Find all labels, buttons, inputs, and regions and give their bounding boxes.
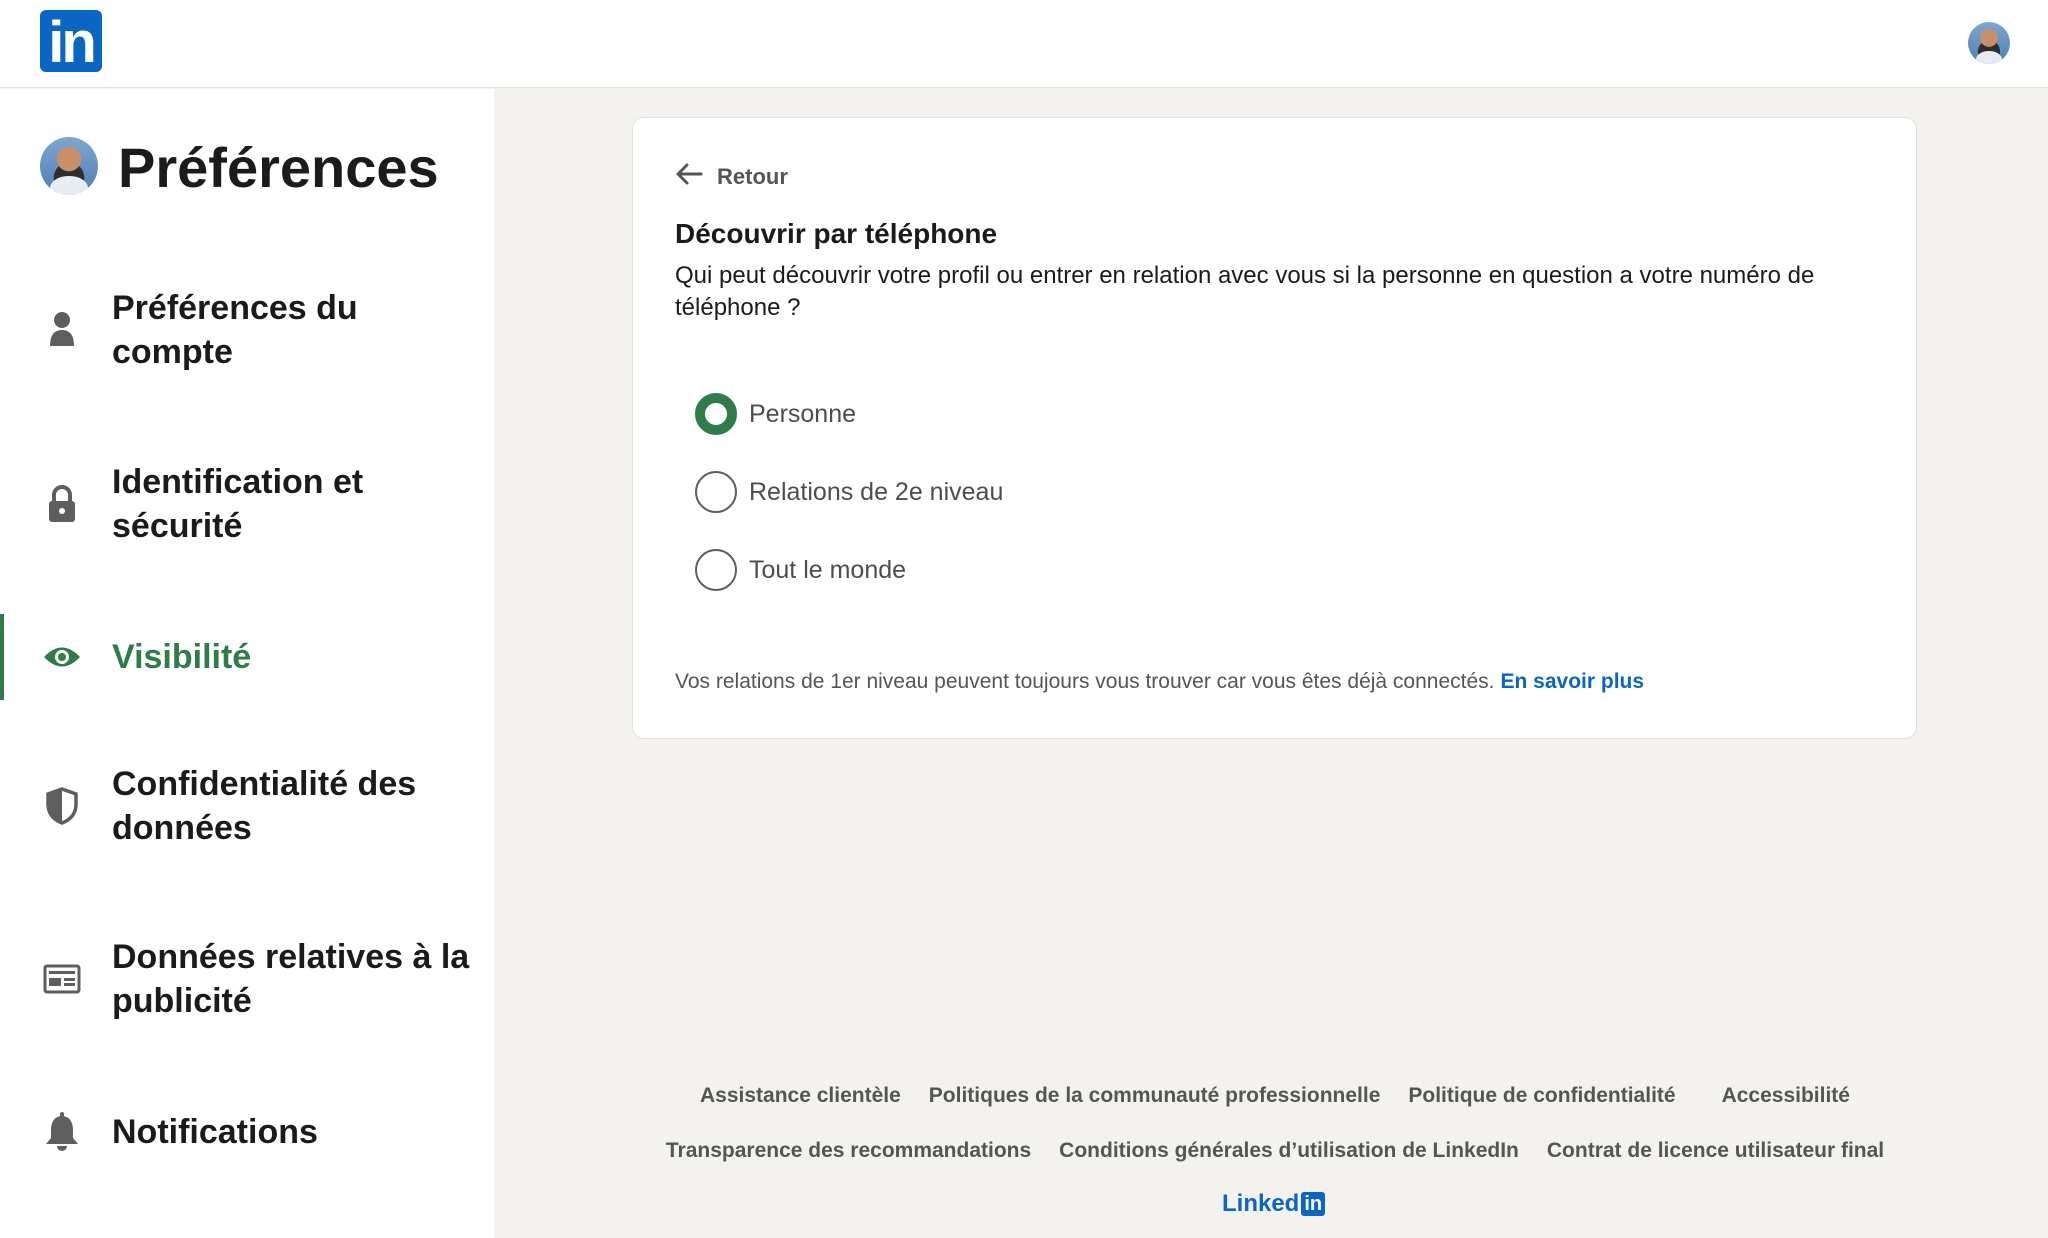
eye-icon [42, 637, 82, 677]
footer-logo-text: Linked [1222, 1190, 1300, 1217]
linkedin-logo[interactable]: in [40, 10, 102, 75]
sidebar-item-label: Notifications [112, 1113, 318, 1151]
sidebar-item-advertising-data[interactable]: Données relatives à la publicité [0, 934, 494, 1024]
sidebar-item-notifications[interactable]: Notifications [0, 1089, 494, 1175]
footer-link[interactable]: Assistance clientèle [700, 1084, 901, 1108]
settings-panel: Retour Découvrir par téléphone Qui peut … [632, 117, 1917, 739]
top-bar: in [0, 0, 2048, 88]
avatar [40, 137, 98, 195]
shield-icon [42, 786, 82, 826]
radio-button-selected[interactable] [695, 393, 737, 435]
sidebar-item-label: Identification et sécurité [112, 463, 364, 545]
learn-more-link[interactable]: En savoir plus [1501, 670, 1645, 693]
radio-label: Personne [749, 399, 857, 428]
radio-option-everyone[interactable]: Tout le monde [695, 548, 906, 592]
ad-card-icon [42, 959, 82, 999]
sidebar-item-visibility[interactable]: Visibilité [0, 614, 494, 700]
active-indicator [0, 614, 4, 700]
footer-link[interactable]: Accessibilité [1722, 1084, 1850, 1108]
sidebar-item-label: Visibilité [112, 638, 252, 676]
profile-avatar[interactable] [1968, 22, 2010, 64]
page-title: Préférences [118, 136, 439, 199]
sidebar-item-sign-in-security[interactable]: Identification et sécurité [0, 459, 494, 549]
person-icon [42, 310, 82, 350]
radio-option-personne[interactable]: Personne [695, 392, 856, 436]
settings-sidebar: Préférences Préférences du compte Identi… [0, 89, 494, 1238]
back-label: Retour [717, 164, 788, 189]
radio-button[interactable] [695, 549, 737, 591]
radio-button[interactable] [695, 471, 737, 513]
sidebar-item-data-privacy[interactable]: Confidentialité des données [0, 761, 494, 851]
radio-label: Relations de 2e niveau [749, 477, 1004, 506]
footer-link[interactable]: Transparence des recommandations [666, 1139, 1031, 1163]
footer-link[interactable]: Contrat de licence utilisateur final [1547, 1139, 1884, 1163]
bell-icon [42, 1112, 82, 1152]
footer-logo-in: in [1301, 1192, 1326, 1216]
back-button[interactable]: Retour [675, 160, 788, 194]
note-text: Vos relations de 1er niveau peuvent touj… [675, 670, 1495, 693]
footer-links-row-1: Assistance clientèle Politiques de la co… [620, 1084, 1930, 1108]
info-note: Vos relations de 1er niveau peuvent touj… [675, 670, 1644, 694]
footer-link[interactable]: Conditions générales d’utilisation de Li… [1059, 1139, 1519, 1163]
lock-icon [42, 484, 82, 524]
radio-option-second-degree[interactable]: Relations de 2e niveau [695, 470, 1003, 514]
footer-link[interactable]: Politique de confidentialité [1408, 1084, 1675, 1108]
sidebar-item-label: Confidentialité des données [112, 765, 417, 847]
panel-question: Qui peut découvrir votre profil ou entre… [675, 262, 1815, 321]
footer-link[interactable]: Politiques de la communauté professionne… [929, 1084, 1381, 1108]
sidebar-item-label: Préférences du compte [112, 289, 358, 371]
footer-linkedin-logo[interactable]: Linked in [1222, 1190, 1326, 1218]
panel-title: Découvrir par téléphone [675, 218, 998, 249]
sidebar-item-label: Données relatives à la publicité [112, 938, 470, 1020]
radio-label: Tout le monde [749, 555, 907, 584]
arrow-left-icon [675, 162, 703, 192]
footer-links-row-2: Transparence des recommandations Conditi… [620, 1139, 1930, 1163]
sidebar-item-account-preferences[interactable]: Préférences du compte [0, 285, 494, 375]
